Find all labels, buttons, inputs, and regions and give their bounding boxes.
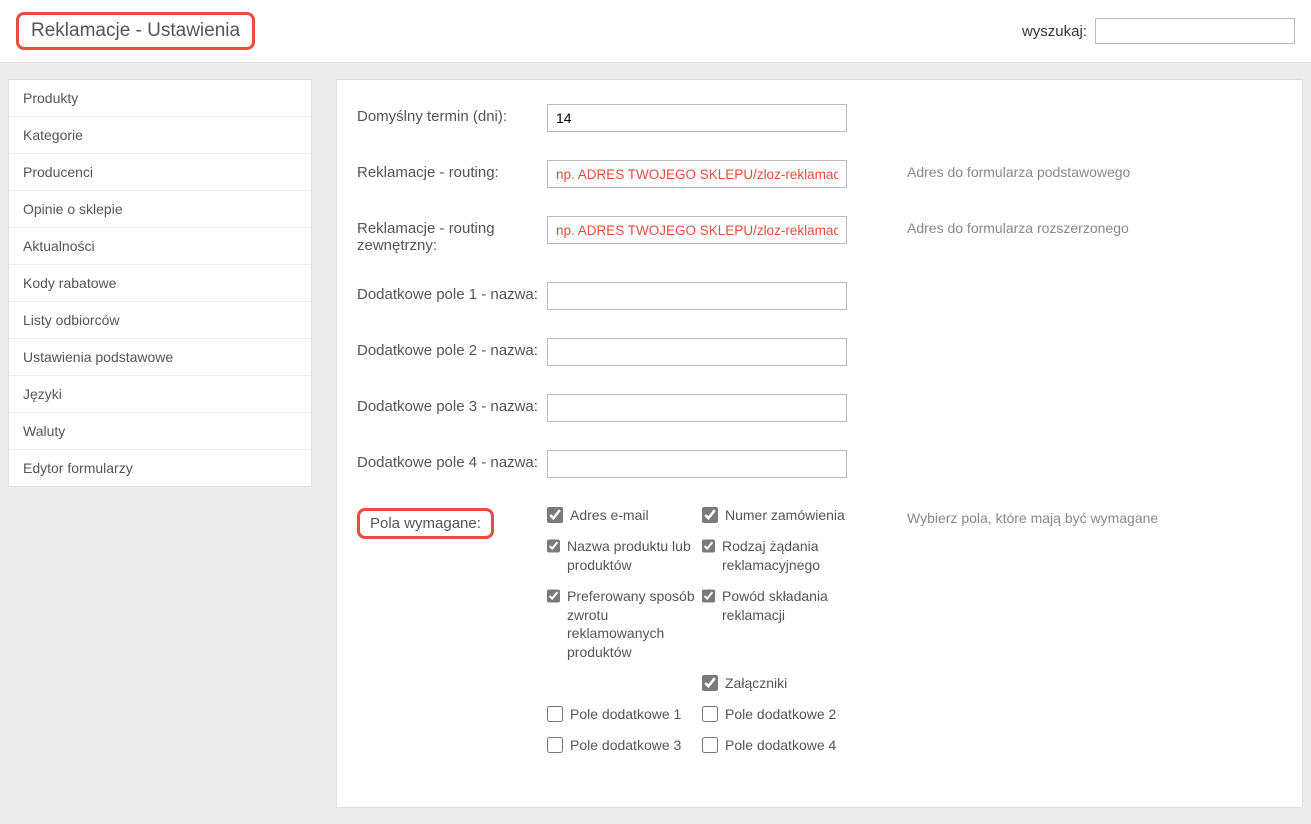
checkbox-label: Numer zamówienia xyxy=(725,506,845,525)
sidebar-item-ustawienia-podstawowe[interactable]: Ustawienia podstawowe xyxy=(9,339,311,376)
row-extra2: Dodatkowe pole 2 - nazwa: xyxy=(357,338,1282,366)
label-extra2: Dodatkowe pole 2 - nazwa: xyxy=(357,338,547,359)
checkbox-item[interactable]: Pole dodatkowe 4 xyxy=(702,736,857,755)
checkbox-label: Pole dodatkowe 1 xyxy=(570,705,681,724)
required-checkbox[interactable] xyxy=(547,737,563,753)
required-checkbox[interactable] xyxy=(547,507,563,523)
checkbox-label: Nazwa produktu lub produktów xyxy=(567,537,702,575)
checkbox-label: Pole dodatkowe 3 xyxy=(570,736,681,755)
required-checkbox[interactable] xyxy=(702,538,715,554)
checkbox-item[interactable]: Pole dodatkowe 1 xyxy=(547,705,702,724)
input-default-term[interactable] xyxy=(547,104,847,132)
label-extra1: Dodatkowe pole 1 - nazwa: xyxy=(357,282,547,303)
help-default-term xyxy=(867,104,1282,108)
search-input[interactable] xyxy=(1095,18,1295,44)
required-checkbox-grid: Adres e-mail Numer zamówienia Nazwa produk… xyxy=(547,506,867,755)
sidebar-item-label: Aktualności xyxy=(23,238,95,254)
checkbox-label: Pole dodatkowe 2 xyxy=(725,705,836,724)
sidebar-item-produkty[interactable]: Produkty xyxy=(9,80,311,117)
required-checkbox[interactable] xyxy=(702,675,718,691)
row-required: Pola wymagane: Adres e-mail Numer zamówie… xyxy=(357,506,1282,755)
row-extra4: Dodatkowe pole 4 - nazwa: xyxy=(357,450,1282,478)
input-extra4[interactable] xyxy=(547,450,847,478)
sidebar-item-label: Kody rabatowe xyxy=(23,275,116,291)
checkbox-label: Powód składania reklamacji xyxy=(722,587,857,625)
row-default-term: Domyślny termin (dni): xyxy=(357,104,1282,132)
input-routing[interactable] xyxy=(547,160,847,188)
label-required: Pola wymagane: xyxy=(370,515,481,532)
sidebar-item-label: Kategorie xyxy=(23,127,83,143)
sidebar-item-label: Produkty xyxy=(23,90,78,106)
checkbox-item[interactable]: Nazwa produktu lub produktów xyxy=(547,537,702,575)
row-extra1: Dodatkowe pole 1 - nazwa: xyxy=(357,282,1282,310)
help-required: Wybierz pola, które mają być wymagane xyxy=(867,506,1282,526)
help-extra1 xyxy=(867,282,1282,286)
layout: Produkty Kategorie Producenci Opinie o s… xyxy=(0,63,1311,824)
label-extra3: Dodatkowe pole 3 - nazwa: xyxy=(357,394,547,415)
checkbox-item[interactable]: Numer zamówienia xyxy=(702,506,857,525)
checkbox-item[interactable]: Adres e-mail xyxy=(547,506,702,525)
required-checkbox[interactable] xyxy=(702,507,718,523)
row-routing: Reklamacje - routing: Adres do formularz… xyxy=(357,160,1282,188)
sidebar-item-aktualnosci[interactable]: Aktualności xyxy=(9,228,311,265)
sidebar: Produkty Kategorie Producenci Opinie o s… xyxy=(8,79,312,487)
checkbox-label: Adres e-mail xyxy=(570,506,649,525)
label-required-highlight: Pola wymagane: xyxy=(357,508,494,539)
checkbox-label: Preferowany sposób zwrotu reklamowanych … xyxy=(567,587,702,663)
sidebar-item-label: Edytor formularzy xyxy=(23,460,133,476)
label-required-wrap: Pola wymagane: xyxy=(357,506,547,539)
label-extra4: Dodatkowe pole 4 - nazwa: xyxy=(357,450,547,471)
checkbox-item[interactable]: Pole dodatkowe 3 xyxy=(547,736,702,755)
checkbox-item[interactable]: Rodzaj żądania reklamacyjnego xyxy=(702,537,857,575)
row-routing-ext: Reklamacje - routing zewnętrzny: Adres d… xyxy=(357,216,1282,254)
sidebar-item-label: Waluty xyxy=(23,423,65,439)
sidebar-item-label: Opinie o sklepie xyxy=(23,201,123,217)
checkbox-label: Rodzaj żądania reklamacyjnego xyxy=(722,537,857,575)
sidebar-item-edytor-formularzy[interactable]: Edytor formularzy xyxy=(9,450,311,486)
help-extra4 xyxy=(867,450,1282,454)
input-extra1[interactable] xyxy=(547,282,847,310)
sidebar-item-listy-odbiorcow[interactable]: Listy odbiorców xyxy=(9,302,311,339)
sidebar-item-label: Listy odbiorców xyxy=(23,312,120,328)
label-routing: Reklamacje - routing: xyxy=(357,160,547,181)
input-extra2[interactable] xyxy=(547,338,847,366)
checkbox-item[interactable]: Załączniki xyxy=(702,674,857,693)
main-panel: Domyślny termin (dni): Reklamacje - rout… xyxy=(336,79,1303,808)
label-default-term: Domyślny termin (dni): xyxy=(357,104,547,125)
row-extra3: Dodatkowe pole 3 - nazwa: xyxy=(357,394,1282,422)
input-extra3[interactable] xyxy=(547,394,847,422)
checkbox-item[interactable]: Pole dodatkowe 2 xyxy=(702,705,857,724)
page-title: Reklamacje - Ustawienia xyxy=(31,20,240,41)
help-extra2 xyxy=(867,338,1282,342)
header: Reklamacje - Ustawienia wyszukaj: xyxy=(0,0,1311,63)
sidebar-item-kategorie[interactable]: Kategorie xyxy=(9,117,311,154)
search-label: wyszukaj: xyxy=(1022,23,1087,40)
checkbox-label: Załączniki xyxy=(725,674,787,693)
required-checkbox[interactable] xyxy=(702,706,718,722)
page-title-highlight: Reklamacje - Ustawienia xyxy=(16,12,255,50)
sidebar-item-jezyki[interactable]: Języki xyxy=(9,376,311,413)
input-routing-ext[interactable] xyxy=(547,216,847,244)
checkbox-label: Pole dodatkowe 4 xyxy=(725,736,836,755)
help-extra3 xyxy=(867,394,1282,398)
sidebar-item-label: Producenci xyxy=(23,164,93,180)
label-routing-ext: Reklamacje - routing zewnętrzny: xyxy=(357,216,547,254)
sidebar-item-opinie[interactable]: Opinie o sklepie xyxy=(9,191,311,228)
search-wrap: wyszukaj: xyxy=(1022,18,1295,44)
required-checkbox[interactable] xyxy=(547,538,560,554)
sidebar-item-label: Języki xyxy=(23,386,62,402)
required-checkbox[interactable] xyxy=(702,588,715,604)
required-checkbox[interactable] xyxy=(702,737,718,753)
sidebar-item-kody-rabatowe[interactable]: Kody rabatowe xyxy=(9,265,311,302)
help-routing: Adres do formularza podstawowego xyxy=(867,160,1282,180)
sidebar-item-waluty[interactable]: Waluty xyxy=(9,413,311,450)
sidebar-item-label: Ustawienia podstawowe xyxy=(23,349,173,365)
sidebar-item-producenci[interactable]: Producenci xyxy=(9,154,311,191)
help-routing-ext: Adres do formularza rozszerzonego xyxy=(867,216,1282,236)
required-checkbox[interactable] xyxy=(547,588,560,604)
checkbox-item[interactable]: Powód składania reklamacji xyxy=(702,587,857,663)
checkbox-item[interactable]: Preferowany sposób zwrotu reklamowanych … xyxy=(547,587,702,663)
required-checkbox[interactable] xyxy=(547,706,563,722)
